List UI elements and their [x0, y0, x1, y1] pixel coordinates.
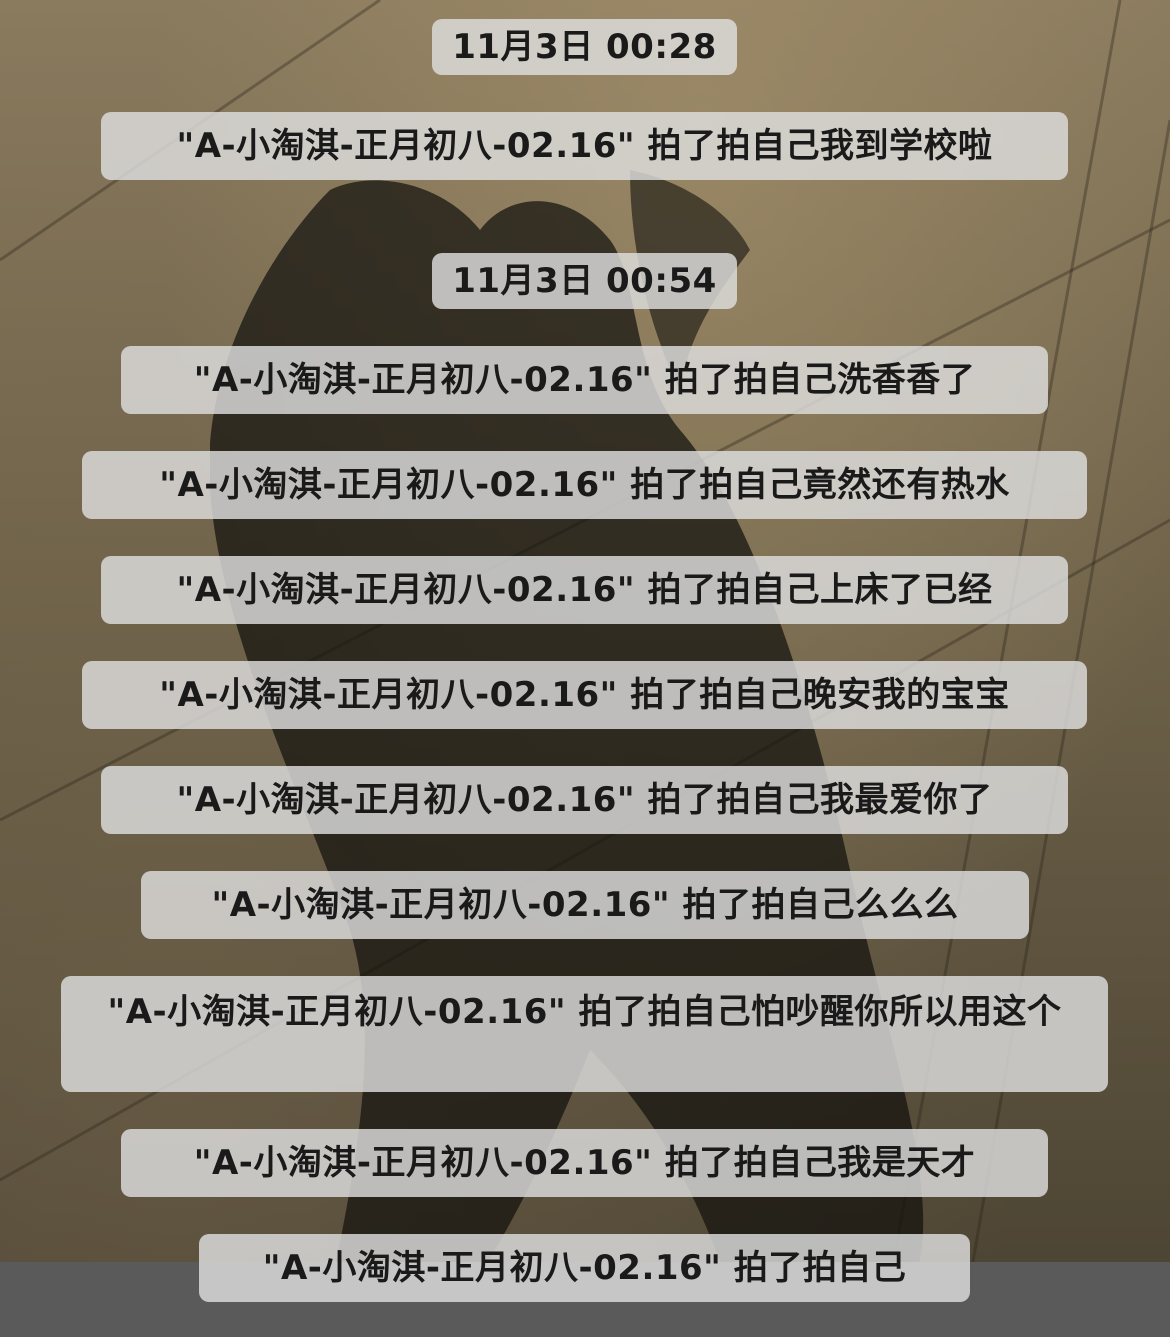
pat-message[interactable]: "A-小淘淇-正月初八-02.16" 拍了拍自己我是天才	[121, 1129, 1048, 1197]
timestamp: 11月3日 00:28	[432, 19, 737, 75]
pat-message[interactable]: "A-小淘淇-正月初八-02.16" 拍了拍自己晚安我的宝宝	[82, 661, 1087, 729]
pat-message[interactable]: "A-小淘淇-正月初八-02.16" 拍了拍自己	[199, 1234, 970, 1302]
chat-message-list[interactable]: 11月3日 00:28 "A-小淘淇-正月初八-02.16" 拍了拍自己我到学校…	[0, 0, 1170, 1337]
pat-message[interactable]: "A-小淘淇-正月初八-02.16" 拍了拍自己竟然还有热水	[82, 451, 1087, 519]
pat-message[interactable]: "A-小淘淇-正月初八-02.16" 拍了拍自己怕吵醒你所以用这个	[61, 976, 1108, 1092]
pat-message[interactable]: "A-小淘淇-正月初八-02.16" 拍了拍自己我到学校啦	[101, 112, 1068, 180]
pat-message[interactable]: "A-小淘淇-正月初八-02.16" 拍了拍自己么么么	[141, 871, 1029, 939]
timestamp: 11月3日 00:54	[432, 253, 737, 309]
pat-message[interactable]: "A-小淘淇-正月初八-02.16" 拍了拍自己上床了已经	[101, 556, 1068, 624]
pat-message[interactable]: "A-小淘淇-正月初八-02.16" 拍了拍自己我最爱你了	[101, 766, 1068, 834]
pat-message[interactable]: "A-小淘淇-正月初八-02.16" 拍了拍自己洗香香了	[121, 346, 1048, 414]
